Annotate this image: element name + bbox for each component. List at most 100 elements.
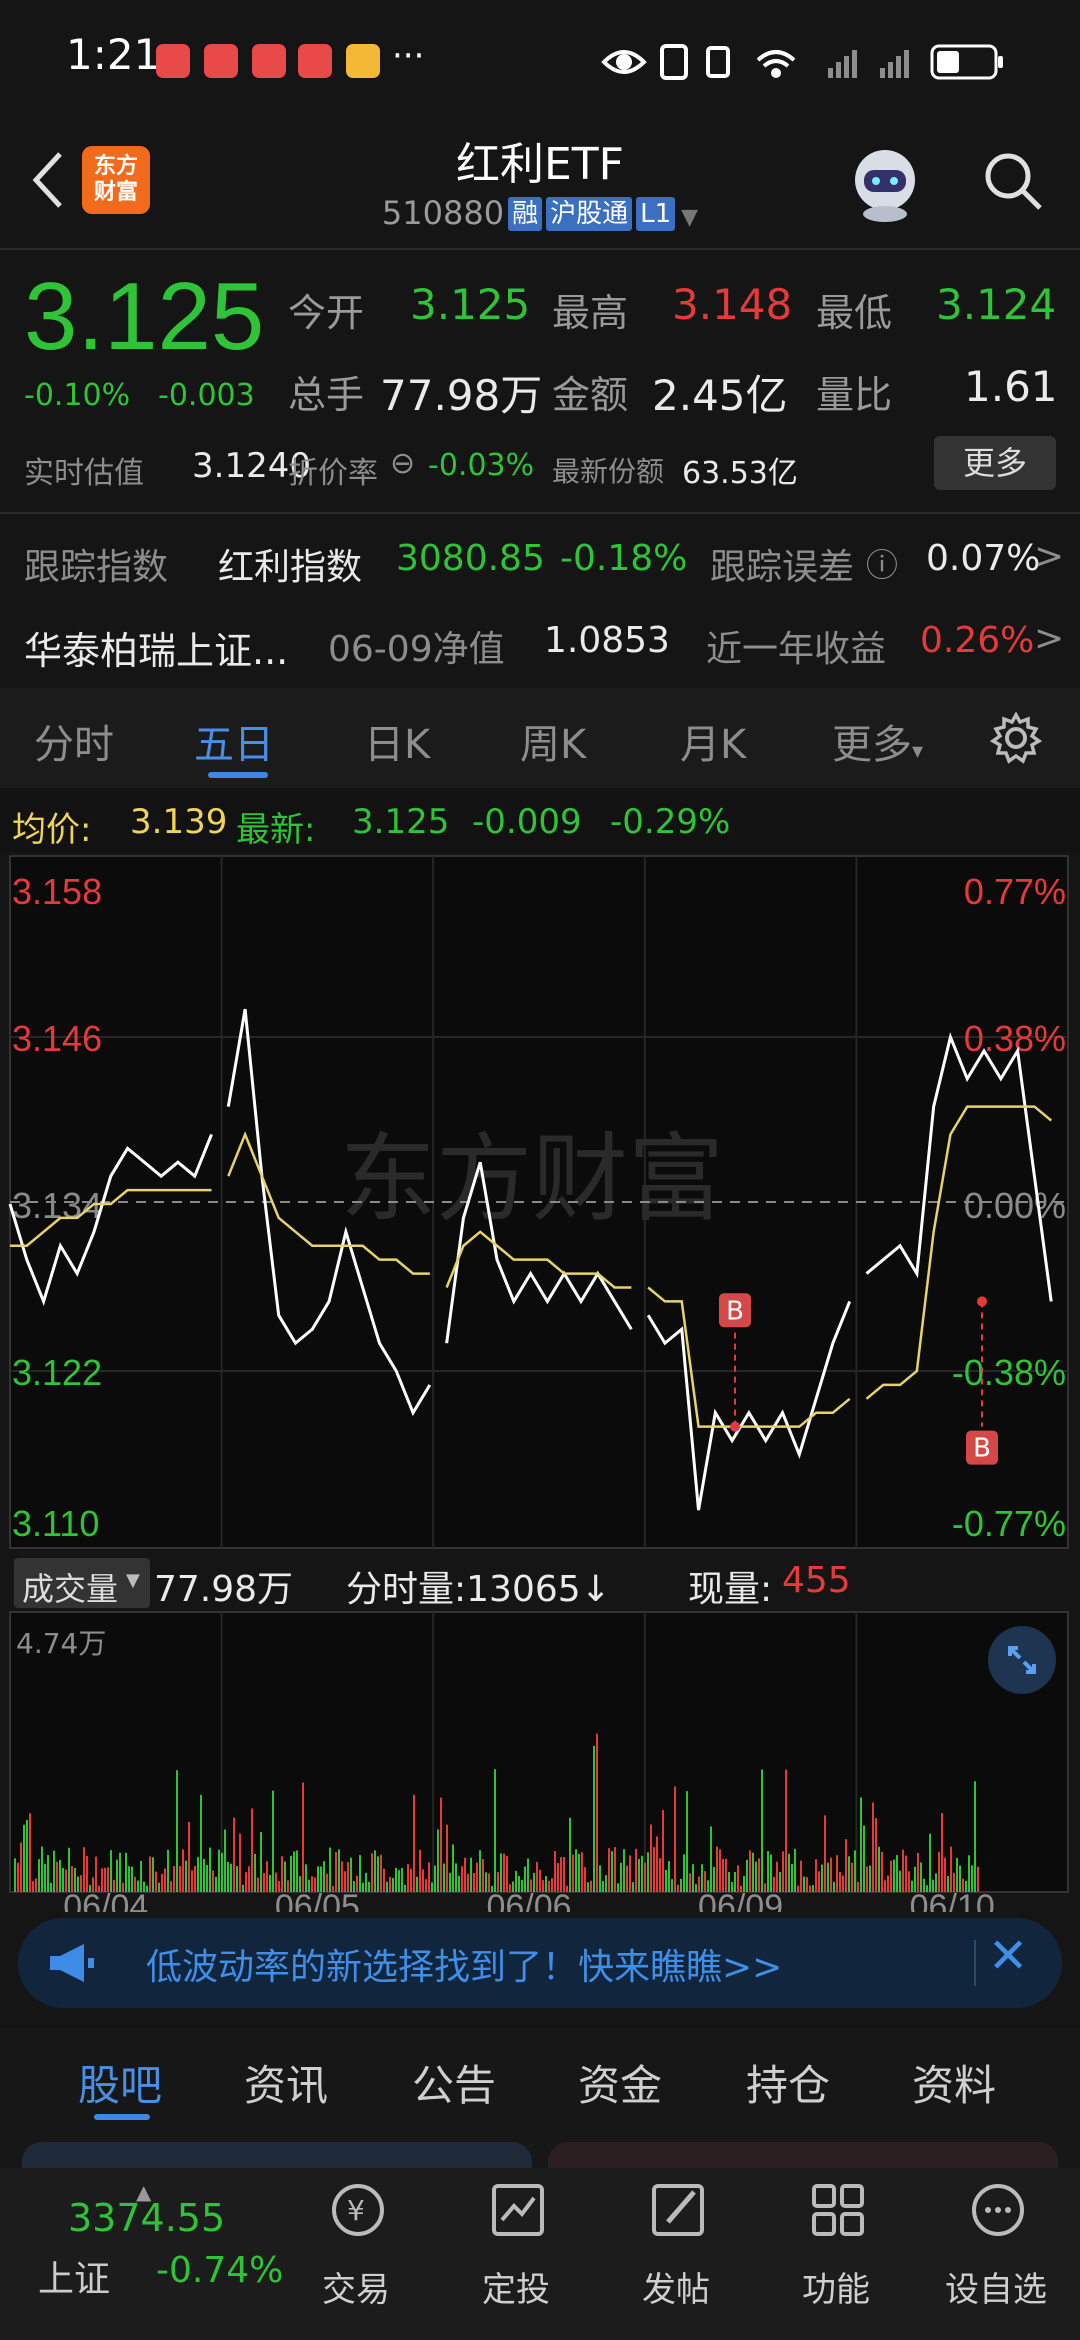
- volume-bar: [173, 1866, 175, 1892]
- volume-bar: [434, 1865, 436, 1892]
- volume-ratio-label: 量比: [816, 373, 893, 417]
- tab-weekly-k[interactable]: 周K: [520, 712, 586, 770]
- tab-news[interactable]: 资讯: [244, 2052, 328, 2113]
- volume-bar: [608, 1848, 610, 1892]
- tab-intraday[interactable]: 分时: [34, 712, 114, 770]
- volume-bar: [599, 1865, 601, 1892]
- volume-bar: [641, 1855, 643, 1892]
- volume-bar: [359, 1855, 361, 1892]
- volume-bar: [872, 1802, 874, 1892]
- volume-bar: [338, 1849, 340, 1892]
- add-watchlist-icon[interactable]: [966, 2178, 1030, 2242]
- volume-bar: [527, 1858, 529, 1892]
- volume-bar: [236, 1866, 238, 1892]
- volume-bar: [476, 1862, 478, 1892]
- volume-bar: [878, 1846, 880, 1892]
- five-day-chart[interactable]: 东方财富 3.158 0.77%3.146 0.38%3.134 0.00%3.122…: [0, 852, 1080, 1912]
- nav-functions[interactable]: 功能: [776, 2262, 896, 2311]
- tracking-index-name[interactable]: 红利指数: [218, 538, 362, 590]
- svg-text:¥: ¥: [347, 2194, 365, 2227]
- nav-add-watchlist[interactable]: 设自选: [936, 2262, 1056, 2311]
- vibrate-icon: [706, 46, 730, 78]
- grid-icon[interactable]: [806, 2178, 870, 2242]
- trade-icon[interactable]: ¥: [326, 2178, 390, 2242]
- tracking-index-label: 跟踪指数: [24, 547, 169, 588]
- robot-assistant-icon[interactable]: [842, 140, 928, 226]
- volume-label: 总手: [288, 373, 365, 417]
- tab-five-day[interactable]: 五日: [194, 712, 274, 770]
- info-icon[interactable]: ⊖: [390, 446, 415, 481]
- volume-bar: [650, 1824, 652, 1892]
- fullscreen-button[interactable]: [988, 1626, 1056, 1694]
- volume-bar: [665, 1869, 667, 1892]
- volume-bar: [14, 1858, 16, 1892]
- latest-label: 最新:: [236, 810, 316, 850]
- volume-bar: [506, 1856, 508, 1892]
- settings-gear-icon[interactable]: [990, 712, 1042, 764]
- tab-monthly-k[interactable]: 月K: [680, 712, 746, 770]
- volume-bar: [437, 1829, 439, 1892]
- volume-bar: [335, 1852, 337, 1892]
- nav-trade[interactable]: 交易: [296, 2262, 416, 2311]
- volume-bar: [164, 1868, 166, 1892]
- volume-bar: [257, 1877, 259, 1892]
- avg-value: 3.139: [130, 802, 228, 842]
- tab-capital-flow[interactable]: 资金: [578, 2052, 662, 2113]
- volume-bar: [842, 1875, 844, 1892]
- volume-bar: [938, 1851, 940, 1892]
- volume-bar: [674, 1786, 676, 1892]
- tab-forum[interactable]: 股吧: [78, 2052, 162, 2113]
- volume-bar: [593, 1745, 595, 1892]
- one-year-return-value: 0.26%: [920, 620, 1035, 661]
- volume-bar: [230, 1863, 232, 1892]
- volume-bar: [752, 1852, 754, 1892]
- volume-bar: [818, 1871, 820, 1892]
- compose-icon[interactable]: [646, 2178, 710, 2242]
- help-icon[interactable]: ⓘ: [866, 540, 898, 586]
- volume-bar: [974, 1781, 976, 1892]
- volume-bar: [857, 1881, 859, 1892]
- volume-bar: [950, 1846, 952, 1892]
- volume-bar: [848, 1856, 850, 1892]
- invest-plan-icon[interactable]: [486, 2178, 550, 2242]
- volume-bar: [869, 1865, 871, 1892]
- volume-bar: [560, 1857, 562, 1892]
- iopv-label: 实时估值: [24, 456, 144, 491]
- index-ticker[interactable]: ▲ 3374.55 上证 -0.74%: [20, 2180, 283, 2330]
- volume-dropdown[interactable]: 成交量 ▼: [14, 1558, 150, 1608]
- tab-daily-k[interactable]: 日K: [364, 712, 430, 770]
- volume-bar: [623, 1849, 625, 1892]
- volume-bar: [251, 1808, 253, 1892]
- tab-more[interactable]: 更多▾: [832, 712, 923, 770]
- volume-bar: [149, 1856, 151, 1892]
- more-button[interactable]: 更多: [934, 436, 1056, 490]
- latest-change-pct: -0.29%: [610, 802, 731, 842]
- tab-announcements[interactable]: 公告: [412, 2052, 496, 2113]
- chevron-down-icon: ▼: [126, 1570, 140, 1591]
- volume-bar: [461, 1866, 463, 1892]
- volume-bar: [956, 1858, 958, 1892]
- current-volume-value: 455: [782, 1560, 851, 1601]
- promo-banner[interactable]: 低波动率的新选择找到了！快来瞧瞧>> ✕: [18, 1918, 1062, 2008]
- close-icon[interactable]: ✕: [988, 1928, 1028, 1984]
- volume-bar: [671, 1879, 673, 1892]
- chevron-right-icon[interactable]: >: [1034, 618, 1064, 659]
- volume-bar: [404, 1884, 406, 1892]
- tab-holdings[interactable]: 持仓: [746, 2052, 830, 2113]
- open-label: 今开: [288, 291, 365, 335]
- volume-bar: [185, 1860, 187, 1892]
- volume-bar: [20, 1842, 22, 1892]
- chevron-right-icon[interactable]: >: [1034, 536, 1064, 577]
- nav-post[interactable]: 发帖: [616, 2262, 736, 2311]
- volume-bar: [239, 1833, 241, 1892]
- volume-bar: [656, 1836, 658, 1892]
- volume-bar: [368, 1881, 370, 1892]
- volume-bar: [266, 1861, 268, 1892]
- fund-name[interactable]: 华泰柏瑞上证...: [24, 620, 288, 675]
- amount-label: 金额: [552, 373, 629, 417]
- nav-invest-plan[interactable]: 定投: [456, 2262, 576, 2311]
- volume-bar: [500, 1853, 502, 1892]
- tab-profile[interactable]: 资料: [912, 2052, 996, 2113]
- y-tick-pct-label: 0.77%: [964, 871, 1066, 912]
- search-icon[interactable]: [980, 148, 1046, 214]
